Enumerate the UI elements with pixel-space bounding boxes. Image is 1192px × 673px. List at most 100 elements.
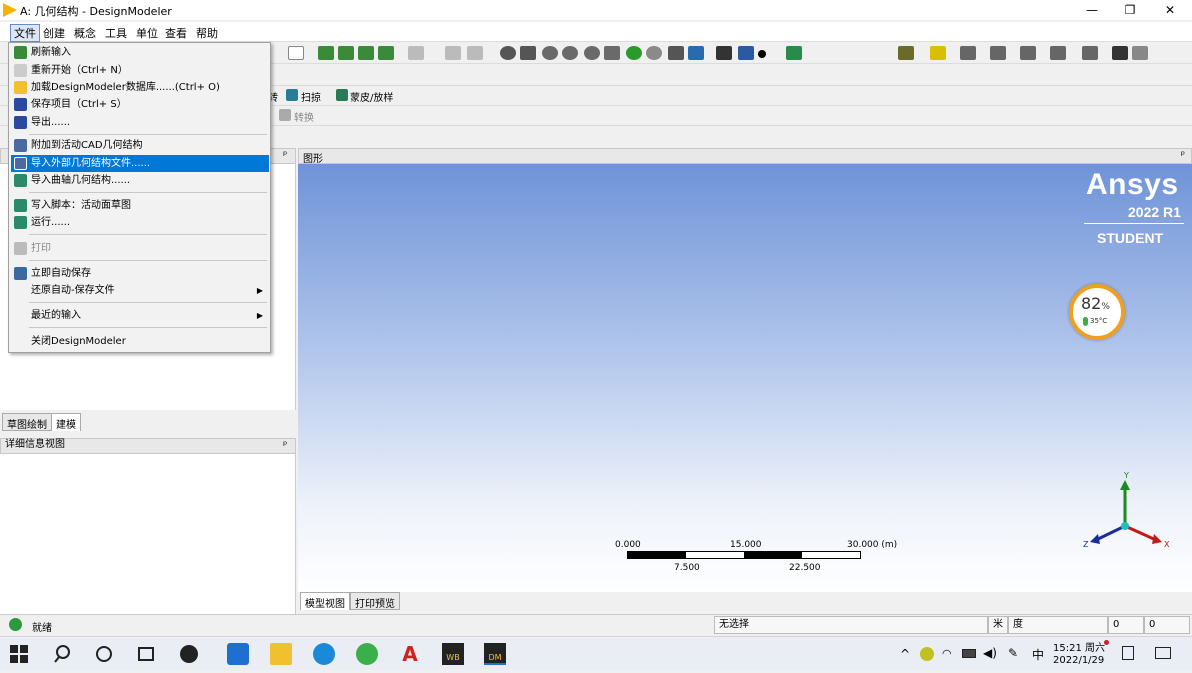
edge-length-icon[interactable]	[1050, 46, 1066, 60]
look-at-icon[interactable]	[688, 46, 704, 60]
menu-start-over[interactable]: 重新开始（Ctrl+ N）	[11, 62, 269, 79]
fit-selection-icon[interactable]	[467, 46, 483, 60]
status-unit-angle[interactable]: 度	[1008, 616, 1108, 634]
zoom-fit-icon[interactable]	[604, 46, 620, 60]
box-select-icon[interactable]	[445, 46, 461, 60]
clock-time[interactable]: 15:21 周六	[1053, 639, 1105, 654]
edge-direction-icon[interactable]	[960, 46, 976, 60]
menu-save-project[interactable]: 保存项目（Ctrl+ S）	[11, 96, 269, 113]
ansys-divider	[1084, 223, 1184, 224]
menu-tools[interactable]: 工具	[102, 25, 130, 41]
widget-percent: 82%	[1081, 294, 1110, 313]
snap-icon[interactable]	[1132, 46, 1148, 60]
menu-refresh-input[interactable]: 刷新输入	[11, 44, 269, 61]
status-unit-length[interactable]: 米	[988, 616, 1008, 634]
thin-surface-icon[interactable]	[1082, 46, 1098, 60]
display-model-icon[interactable]	[738, 46, 754, 60]
measure-icon[interactable]	[1112, 46, 1128, 60]
tree-pin-icon[interactable]: ᵖ	[283, 150, 287, 161]
extend-select-icon[interactable]	[408, 46, 424, 60]
zoom-box-icon[interactable]	[584, 46, 600, 60]
graphics-pin-icon[interactable]: ᵖ	[1181, 150, 1185, 161]
menu-view[interactable]: 查看	[162, 25, 190, 41]
display-point-icon[interactable]	[758, 50, 766, 58]
task-view-icon[interactable]	[138, 647, 154, 661]
menu-import-crankshaft[interactable]: 导入曲轴几何结构......	[11, 172, 269, 189]
notes-icon[interactable]	[1122, 646, 1134, 660]
axis-triad	[1090, 480, 1162, 544]
triad-toggle-icon[interactable]	[716, 46, 732, 60]
battery-icon[interactable]	[962, 649, 976, 658]
menu-attach-cad[interactable]: 附加到活动CAD几何结构	[11, 137, 269, 154]
acrobat-icon[interactable]: A	[399, 643, 421, 665]
file-explorer-icon[interactable]	[270, 643, 292, 665]
iso-view-icon[interactable]	[668, 46, 684, 60]
rotate-icon[interactable]	[500, 46, 516, 60]
menu-help[interactable]: 帮助	[193, 25, 221, 41]
action-center-icon[interactable]	[1155, 647, 1171, 659]
tab-modeling[interactable]: 建模	[51, 413, 81, 431]
ime-indicator[interactable]: 中	[1032, 646, 1044, 663]
vertex-normal-icon[interactable]	[1020, 46, 1036, 60]
widget-temp: 35°C	[1090, 317, 1108, 325]
menu-create[interactable]: 创建	[40, 25, 68, 41]
menu-export[interactable]: 导出......	[11, 114, 269, 131]
menu-autosave-now[interactable]: 立即自动保存	[11, 265, 269, 282]
convert-button[interactable]: 转换	[294, 109, 314, 124]
minimize-button[interactable]: —	[1072, 0, 1112, 20]
windows-start-icon[interactable]	[10, 645, 32, 667]
magnifier-icon[interactable]	[646, 46, 662, 60]
skin-loft-button[interactable]: 蒙皮/放样	[350, 89, 393, 104]
tray-chevron-icon[interactable]: ^	[900, 647, 910, 661]
select-mode-icon[interactable]	[288, 46, 304, 60]
select-face-icon[interactable]	[358, 46, 374, 60]
select-edge-icon[interactable]	[338, 46, 354, 60]
menu-run-script[interactable]: 运行......	[11, 214, 269, 231]
details-view[interactable]	[0, 454, 296, 614]
performance-widget[interactable]: 82% 35°C	[1069, 284, 1125, 340]
menu-recent-imports[interactable]: 最近的输入 ▶	[11, 307, 269, 324]
menu-print[interactable]: 打印	[11, 240, 269, 257]
sweep-button[interactable]: 扫掠	[301, 89, 321, 104]
tab-print-preview[interactable]: 打印预览	[350, 592, 400, 610]
zoom-icon[interactable]	[542, 46, 558, 60]
menu-units[interactable]: 单位	[133, 25, 161, 41]
fan-app-icon[interactable]	[180, 645, 198, 663]
volume-icon[interactable]: ◀)	[983, 646, 997, 660]
wifi-icon[interactable]: ◠	[942, 647, 952, 660]
menu-close-designmodeler[interactable]: 关闭DesignModeler	[11, 333, 269, 350]
menu-file[interactable]: 文件	[10, 24, 40, 42]
highlight-color-icon[interactable]	[930, 46, 946, 60]
clock-date[interactable]: 2022/1/29	[1053, 655, 1104, 666]
show-edges-icon[interactable]	[786, 46, 802, 60]
details-pin-icon[interactable]: ᵖ	[283, 440, 287, 452]
green-app-icon[interactable]	[356, 643, 378, 665]
graphics-viewport[interactable]: Ansys 2022 R1 STUDENT 82% 35°C 0.000 15.…	[298, 164, 1192, 592]
edge-browser-icon[interactable]	[313, 643, 335, 665]
title-bar: A: 几何结构 - DesignModeler — ❐ ✕	[0, 0, 1192, 20]
menu-restore-autosave[interactable]: 还原自动-保存文件 ▶	[11, 282, 269, 299]
parts-color-icon[interactable]	[898, 46, 914, 60]
tab-sketching[interactable]: 草图绘制	[2, 413, 52, 431]
store-icon[interactable]	[227, 643, 249, 665]
pan-icon[interactable]	[520, 46, 536, 60]
zoom-to-fit-icon[interactable]	[626, 46, 642, 60]
pen-icon[interactable]: ✎	[1008, 646, 1018, 660]
close-button[interactable]: ✕	[1150, 0, 1190, 20]
select-body-icon[interactable]	[378, 46, 394, 60]
edge-joint-icon[interactable]	[990, 46, 1006, 60]
workbench-app[interactable]: WB	[442, 643, 464, 665]
tab-model-view[interactable]: 模型视图	[300, 592, 350, 610]
designmodeler-app[interactable]: DM	[484, 643, 506, 665]
thermometer-icon	[1083, 317, 1088, 326]
tray-app-icon[interactable]	[920, 647, 934, 661]
menu-load-database[interactable]: 加载DesignModeler数据库......(Ctrl+ O)	[11, 79, 269, 96]
search-icon[interactable]	[54, 644, 76, 666]
select-point-icon[interactable]	[318, 46, 334, 60]
cortana-icon[interactable]	[96, 646, 112, 662]
menu-concept[interactable]: 概念	[71, 25, 99, 41]
menu-import-external-geometry[interactable]: 导入外部几何结构文件......	[11, 155, 269, 172]
restore-button[interactable]: ❐	[1110, 0, 1150, 20]
zoom-in-icon[interactable]	[562, 46, 578, 60]
menu-write-script[interactable]: 写入脚本：活动面草图	[11, 197, 269, 214]
